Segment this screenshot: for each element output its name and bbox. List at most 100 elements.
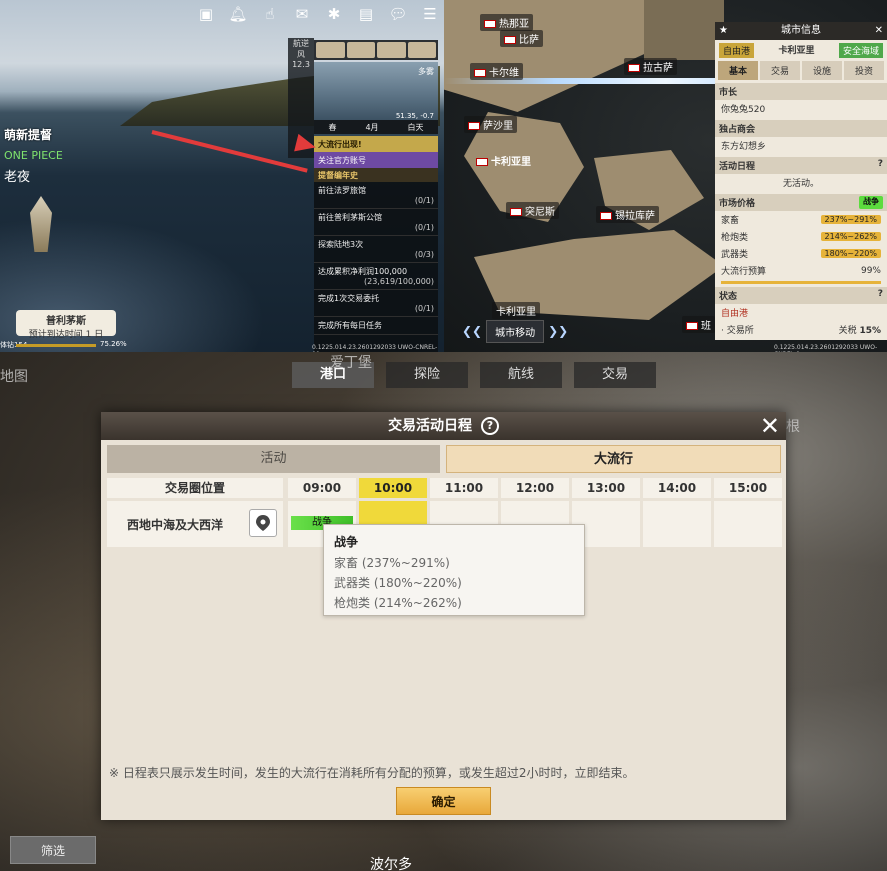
city-genoa[interactable]: 热那亚 — [480, 14, 533, 31]
side-label-1: 航逆 — [293, 39, 309, 48]
minimap-tabs — [314, 40, 438, 60]
gift-icon[interactable]: ▤ — [356, 4, 376, 24]
quest-item[interactable]: 前往普利茅斯公馆 (0/1) — [314, 209, 438, 236]
chronicle-section[interactable]: 提督编年史 — [314, 168, 438, 182]
weather-text: 多雾 — [418, 67, 434, 76]
quest-progress: (0/3) — [414, 250, 434, 259]
budget-row: 大流行预算 99% — [715, 262, 887, 279]
city-calvi[interactable]: 卡尔维 — [470, 63, 523, 80]
flag-icon — [510, 208, 522, 216]
city-sassari[interactable]: 萨沙里 — [464, 116, 517, 133]
status-section: 状态? — [715, 287, 887, 304]
tab-pandemic[interactable]: 大流行 — [446, 445, 781, 473]
tab-basic[interactable]: 基本 — [718, 61, 758, 80]
schedule-cell[interactable] — [643, 501, 711, 547]
location-pin-button[interactable] — [249, 509, 277, 537]
time-header: 14:00 — [643, 478, 711, 498]
menu-icon[interactable]: ☰ — [420, 4, 440, 24]
progress-text: 75.26% — [100, 340, 127, 348]
close-icon[interactable]: ✕ — [875, 22, 883, 40]
follow-official-button[interactable]: 关注官方账号 — [314, 152, 438, 168]
star-icon[interactable]: ★ — [719, 22, 728, 40]
quest-list: 大流行出现! 关注官方账号 提督编年史 前往法罗旅馆 (0/1) 前往普利茅斯公… — [314, 136, 438, 352]
map-pin-icon — [256, 515, 270, 531]
chevron-left-icon[interactable]: ❮❮ — [462, 324, 482, 338]
guild-name: ONE PIECE — [4, 149, 63, 162]
tooltip-line: 武器类 (180%~220%) — [334, 576, 462, 590]
time-header: 12:00 — [501, 478, 569, 498]
help-icon[interactable]: ? — [480, 417, 499, 435]
time-header: 15:00 — [714, 478, 782, 498]
dialog-tabs: 活动 大流行 — [107, 445, 781, 473]
coords-text: 51.35, -0.7 — [395, 112, 434, 120]
city-tunis[interactable]: 突尼斯 — [506, 202, 559, 219]
budget-label: 大流行预算 — [721, 267, 767, 277]
city-move-button[interactable]: 城市移动 — [486, 319, 545, 343]
pointer-icon[interactable]: ☝︎ — [260, 4, 280, 24]
confirm-button[interactable]: 确定 — [396, 787, 491, 815]
mail-icon[interactable]: ✉ — [292, 4, 312, 24]
schedule-value: 无活动。 — [782, 179, 819, 189]
city-info-header: ★ 城市信息 ✕ — [715, 22, 887, 40]
status-value: 自由港 — [721, 309, 749, 319]
safe-sea-badge: 安全海域 — [838, 43, 883, 58]
version-text: 0.1225.014.23.2601292033 UWO-CNREL-00 — [312, 344, 438, 352]
quest-item[interactable]: 达成累积净利润100,000 (23,619/100,000) — [314, 263, 438, 290]
tab-trade[interactable]: 交易 — [574, 362, 656, 388]
quest-text: 探索陆地3次 — [318, 240, 364, 249]
city-cagliari-label[interactable]: 卡利亚里 — [492, 302, 540, 319]
city-ragusa[interactable]: 拉古萨 — [624, 58, 677, 75]
help-icon[interactable]: ? — [878, 289, 883, 302]
status-row: 自由港 — [715, 304, 887, 321]
city-syracuse[interactable]: 锡拉库萨 — [596, 206, 659, 223]
flag-icon — [628, 64, 640, 72]
city-partial[interactable]: 班 — [682, 316, 715, 333]
minimap-tab-scroll[interactable] — [316, 42, 345, 58]
minimap-tab-anchor[interactable] — [346, 42, 375, 58]
destination-eta: 预计到达时间 1 日 — [28, 330, 104, 340]
city-pisa[interactable]: 比萨 — [500, 30, 543, 47]
camera-icon[interactable]: ▣ — [196, 4, 216, 24]
city-cagliari-selected[interactable]: 卡利亚里 — [472, 152, 535, 169]
close-icon[interactable]: ✕ — [760, 412, 780, 440]
minimap[interactable]: 多雾 51.35, -0.7 — [314, 62, 438, 122]
land-italy — [644, 0, 724, 60]
tab-activity[interactable]: 活动 — [107, 445, 440, 473]
bell-icon[interactable]: 🔔︎ — [228, 4, 248, 24]
region-cell: 西地中海及大西洋 — [107, 501, 283, 547]
quest-item[interactable]: 完成1次交易委托 (0/1) — [314, 290, 438, 317]
city-move-control: ❮❮ 城市移动 ❯❯ — [462, 319, 568, 343]
quest-item[interactable]: 前往法罗旅馆 (0/1) — [314, 182, 438, 209]
city-info-panel: ★ 城市信息 ✕ 自由港 卡利亚里 安全海域 基本 交易 设施 投资 市长 你兔… — [715, 22, 887, 340]
tab-route[interactable]: 航线 — [480, 362, 562, 388]
trade-schedule-dialog: 交易活动日程 ? ✕ 活动 大流行 交易圈位置 09:00 10:00 11:0… — [101, 412, 786, 820]
time-header: 11:00 — [430, 478, 498, 498]
chevron-right-icon[interactable]: ❯❯ — [548, 324, 568, 338]
side-label-3: 12.3 — [292, 60, 310, 69]
tab-explore[interactable]: 探险 — [386, 362, 468, 388]
market-row: 枪炮类 214%~262% — [715, 228, 887, 245]
tooltip-line: 枪炮类 (214%~262%) — [334, 596, 462, 610]
tab-facilities[interactable]: 设施 — [802, 61, 842, 80]
player-info: 萌新提督 ONE PIECE 老夜 — [4, 126, 63, 185]
minimap-tab-ship[interactable] — [407, 42, 436, 58]
red-arrow-shaft — [151, 130, 308, 173]
filter-button[interactable]: 筛选 — [10, 836, 96, 864]
pandemic-alert[interactable]: 大流行出现! — [314, 136, 438, 152]
quest-progress: (0/1) — [414, 223, 434, 232]
mayor-section: 市长 — [715, 83, 887, 100]
tab-invest[interactable]: 投资 — [844, 61, 884, 80]
schedule-row: 无活动。 — [715, 174, 887, 191]
quest-item[interactable]: 探索陆地3次 (0/3) — [314, 236, 438, 263]
chat-icon[interactable]: 💬︎ — [388, 4, 408, 24]
quest-item[interactable]: 完成所有每日任务 — [314, 317, 438, 335]
minimap-tab-fleet[interactable] — [377, 42, 406, 58]
help-icon[interactable]: ? — [878, 159, 883, 172]
schedule-cell[interactable] — [714, 501, 782, 547]
mayor-name: 你兔兔520 — [721, 105, 766, 115]
war-tooltip: 战争 家畜 (237%~291%) 武器类 (180%~220%) 枪炮类 (2… — [323, 524, 585, 616]
fireworks-icon[interactable]: ✱ — [324, 4, 344, 24]
free-port-badge: 自由港 — [719, 43, 755, 58]
map-label: 地图 — [0, 369, 28, 385]
tab-trade[interactable]: 交易 — [760, 61, 800, 80]
